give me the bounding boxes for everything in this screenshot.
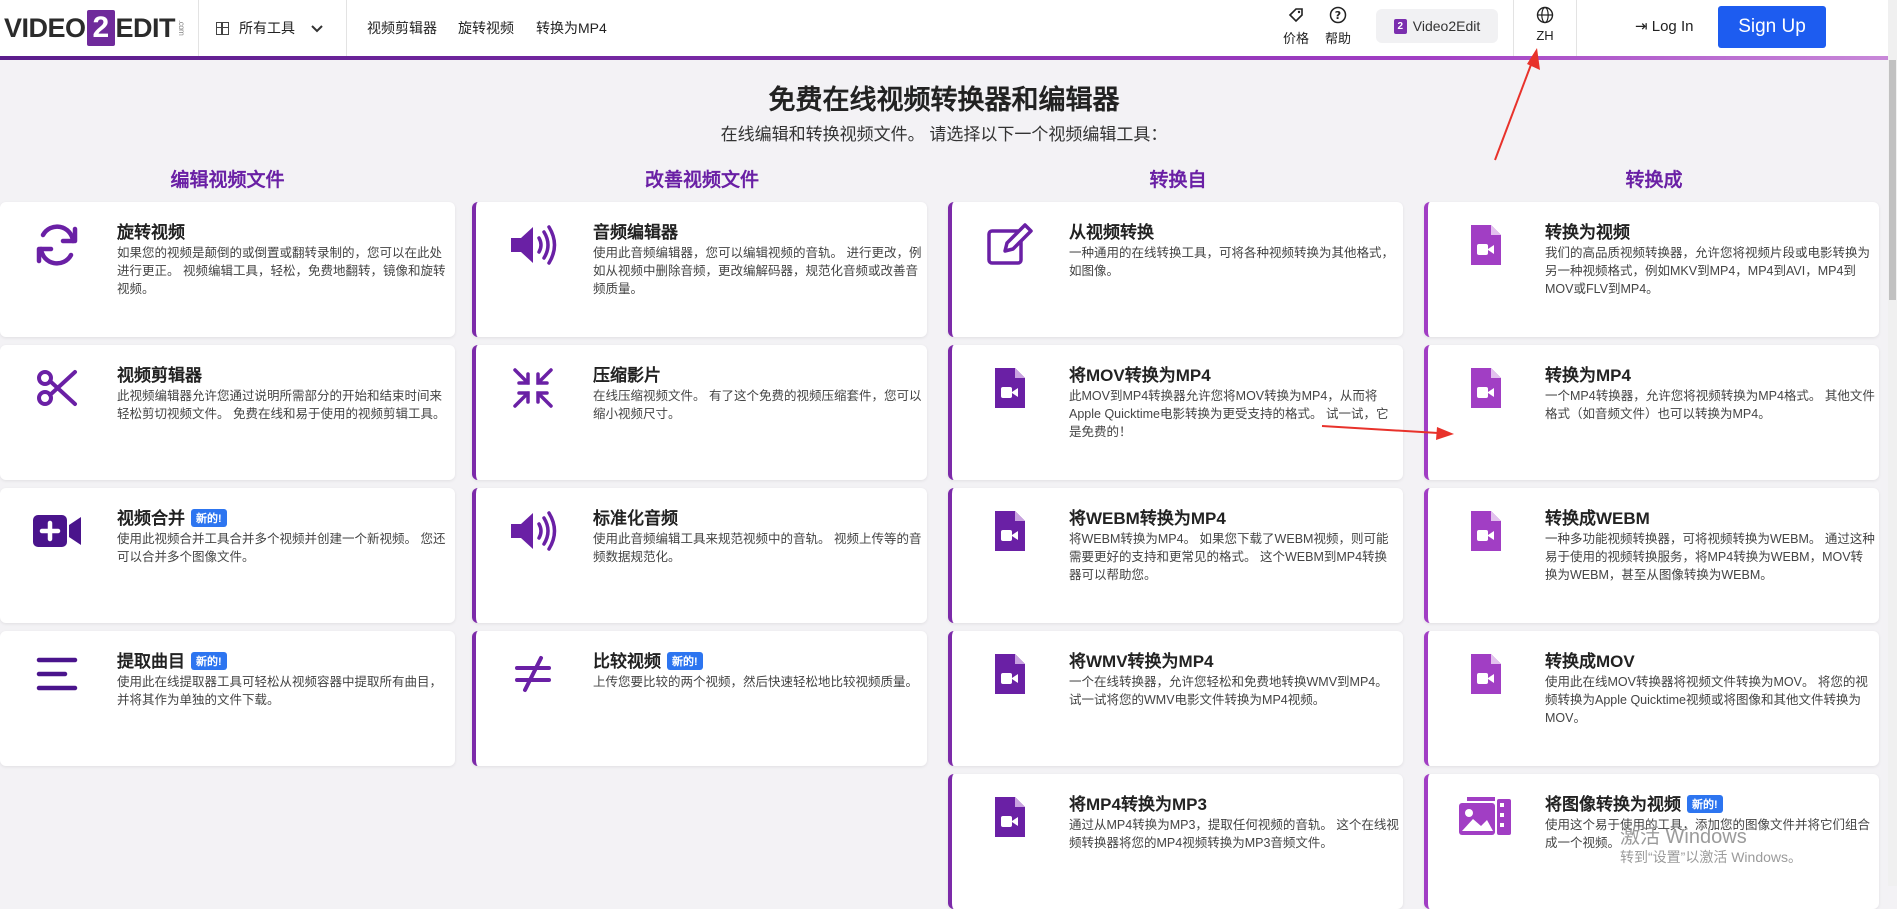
annotation-arrow-to-language	[1494, 48, 1540, 161]
windows-activation-watermark: 激活 Windows	[1620, 826, 1747, 848]
page-scrollbar[interactable]	[1888, 0, 1897, 886]
windows-activation-hint: 转到“设置”以激活 Windows。	[1620, 849, 1803, 865]
scrollbar-thumb[interactable]	[1889, 60, 1896, 300]
annotation-arrow-to-mp4-card	[1321, 425, 1454, 440]
annotation-arrows	[1321, 48, 1540, 440]
